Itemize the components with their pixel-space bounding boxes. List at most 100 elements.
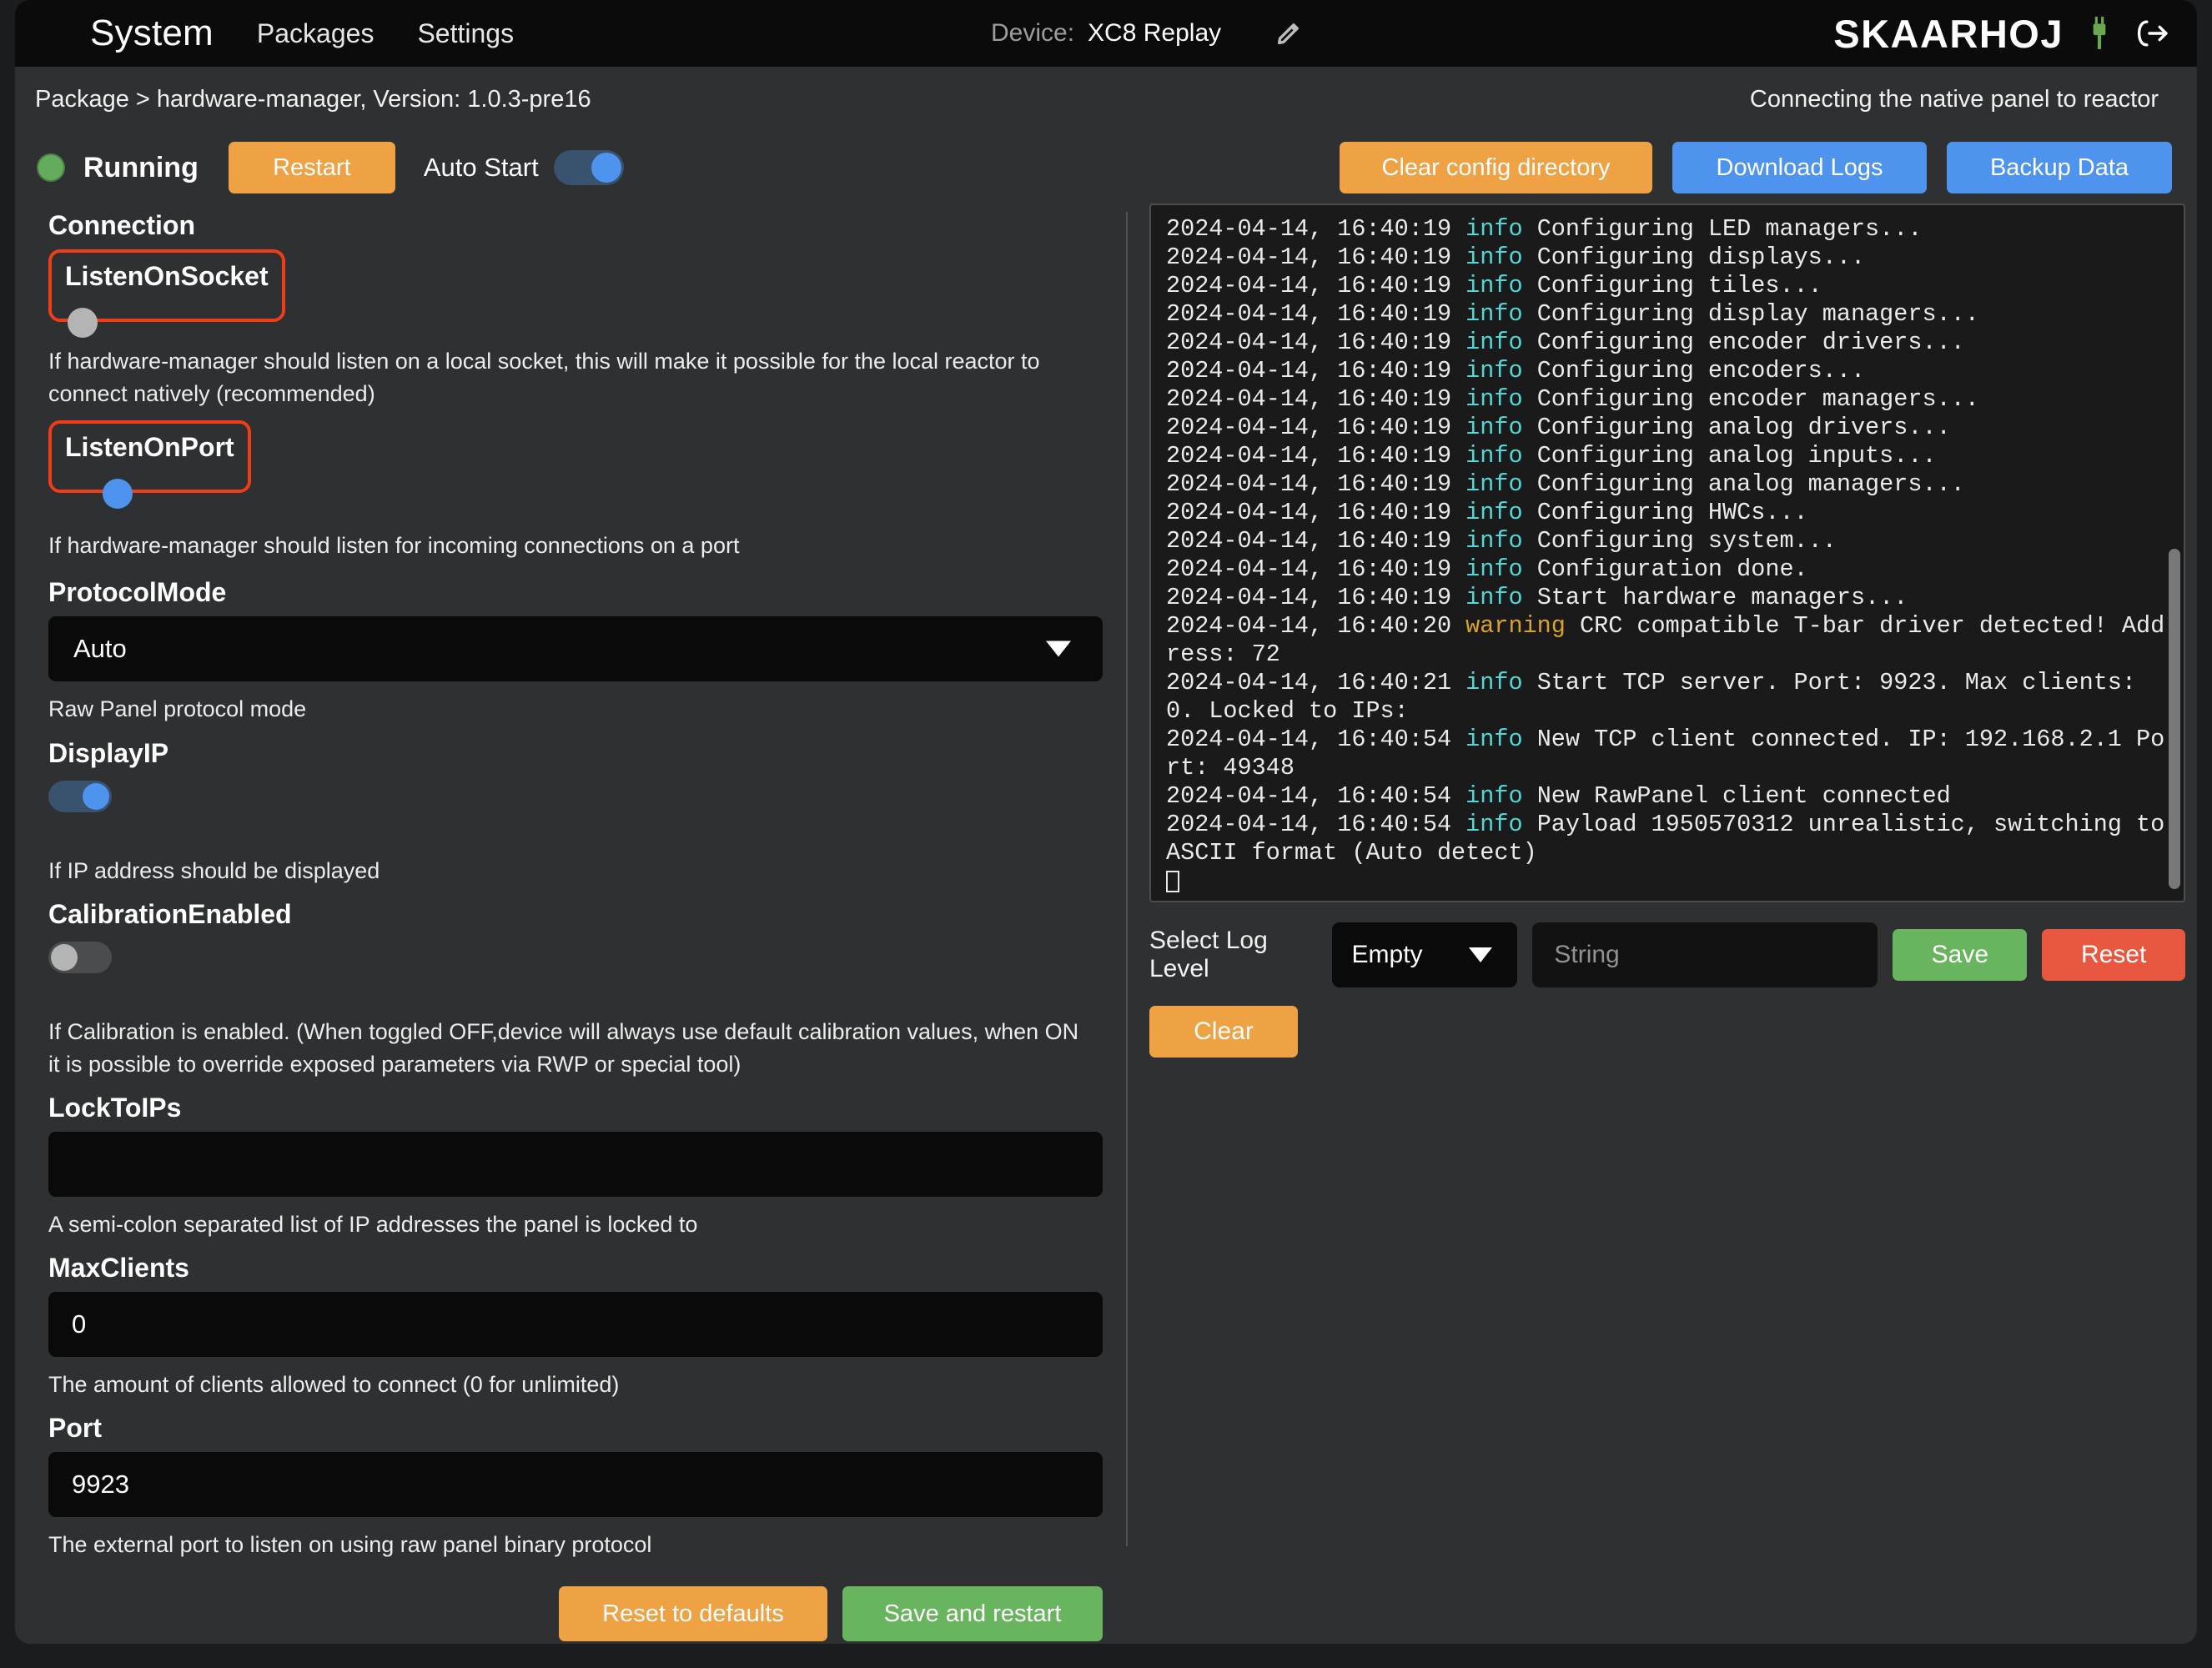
log-message: Configuring HWCs... [1522,499,1808,526]
log-level-tag: info [1465,357,1523,384]
log-timestamp: 2024-04-14, 16:40:19 [1166,499,1466,526]
chevron-down-icon [1469,947,1493,962]
log-timestamp: 2024-04-14, 16:40:21 [1166,669,1466,696]
log-line: 2024-04-14, 16:40:19 info Start hardware… [1166,584,2170,612]
log-timestamp: 2024-04-14, 16:40:19 [1166,555,1466,583]
download-logs-button[interactable]: Download Logs [1672,142,1927,193]
log-message: Configuring analog managers... [1522,470,1965,498]
display-ip-toggle[interactable] [48,780,112,812]
clear-config-directory-button[interactable]: Clear config directory [1340,142,1652,193]
device-name-value: XC8 Replay [1088,19,1222,47]
log-save-button[interactable]: Save [1893,929,2028,981]
log-timestamp: 2024-04-14, 16:40:19 [1166,300,1466,328]
log-console[interactable]: 2024-04-14, 16:40:19 info Configuring LE… [1149,203,2185,902]
log-level-dropdown[interactable]: Empty [1331,922,1518,987]
log-level-tag: info [1465,499,1523,526]
log-level-tag: info [1465,385,1523,413]
device-label: Device: [991,19,1075,47]
log-line: 2024-04-14, 16:40:20 warning CRC compati… [1166,612,2170,669]
package-description: Connecting the native panel to reactor [1749,85,2159,113]
log-timestamp: 2024-04-14, 16:40:19 [1166,527,1466,555]
calibration-enabled-help: If Calibration is enabled. (When toggled… [48,1018,1079,1077]
log-level-tag: warning [1465,612,1566,640]
log-message: Configuration done. [1522,555,1808,583]
lock-to-ips-input[interactable] [48,1131,1103,1197]
save-and-restart-button[interactable]: Save and restart [842,1586,1103,1642]
log-line: 2024-04-14, 16:40:19 info Configuring di… [1166,300,2170,329]
pencil-icon[interactable] [1274,19,1303,48]
log-timestamp: 2024-04-14, 16:40:54 [1166,782,1466,810]
log-clear-button[interactable]: Clear [1149,1006,1298,1058]
log-level-tag: info [1465,470,1523,498]
log-level-tag: info [1465,726,1523,753]
calibration-enabled-label: CalibrationEnabled [48,898,292,929]
log-level-value: Empty [1351,941,1423,968]
log-timestamp: 2024-04-14, 16:40:19 [1166,414,1466,441]
log-filter-input[interactable] [1532,922,1878,987]
log-message: Configuring display managers... [1522,300,1979,328]
logout-icon[interactable] [2135,18,2169,49]
nav-link-packages[interactable]: Packages [257,18,375,49]
form-action-buttons: Reset to defaults Save and restart [48,1586,1103,1642]
log-level-tag: info [1465,555,1523,583]
reset-to-defaults-button[interactable]: Reset to defaults [559,1586,827,1642]
log-line: 2024-04-14, 16:40:19 info Configuring an… [1166,442,2170,470]
protocol-mode-dropdown[interactable]: Auto [48,616,1103,682]
log-message: Configuring analog drivers... [1522,414,1951,441]
global-actions: Clear config directory Download Logs Bac… [1340,142,2172,193]
log-timestamp: 2024-04-14, 16:40:19 [1166,385,1466,413]
calibration-enabled-toggle[interactable] [48,941,112,973]
log-timestamp: 2024-04-14, 16:40:19 [1166,329,1466,356]
protocol-mode-label: ProtocolMode [48,577,227,608]
log-line: 2024-04-14, 16:40:54 info Payload 195057… [1166,811,2170,867]
toggle-knob [103,479,133,510]
log-line: 2024-04-14, 16:40:19 info Configuring en… [1166,329,2170,357]
log-line: 2024-04-14, 16:40:19 info Configuring LE… [1166,215,2170,244]
status-badge: Running [83,151,199,183]
port-label: Port [48,1413,102,1444]
log-message: Start hardware managers... [1522,584,1908,611]
log-message: Configuring encoder drivers... [1522,329,1965,356]
log-cursor [1166,871,1179,892]
log-level-tag: info [1465,244,1523,271]
log-level-tag: info [1465,414,1523,441]
log-line: 2024-04-14, 16:40:21 info Start TCP serv… [1166,669,2170,726]
max-clients-help: The amount of clients allowed to connect… [48,1372,620,1398]
log-timestamp: 2024-04-14, 16:40:19 [1166,215,1466,243]
log-message: New RawPanel client connected [1522,782,1951,810]
lock-to-ips-help: A semi-colon separated list of IP addres… [48,1211,698,1237]
nav-title-system[interactable]: System [90,13,214,54]
log-level-tag: info [1465,272,1523,299]
backup-data-button[interactable]: Backup Data [1947,142,2172,193]
log-level-tag: info [1465,527,1523,555]
select-log-level-label: Select Log Level [1149,927,1268,982]
brand-area: SKAARHOJ [1833,0,2169,67]
log-level-tag: info [1465,300,1523,328]
package-breadcrumb-bar: Package > hardware-manager, Version: 1.0… [15,67,2197,132]
section-title-connection: Connection [48,210,195,240]
log-level-tag: info [1465,584,1523,611]
protocol-mode-help: Raw Panel protocol mode [48,696,307,722]
nav-link-settings[interactable]: Settings [417,18,514,49]
toggle-knob [591,153,621,183]
restart-button[interactable]: Restart [228,142,395,193]
log-timestamp: 2024-04-14, 16:40:19 [1166,272,1466,299]
main-content: Connection ListenOnSocket If hardware-ma… [15,203,2197,1644]
log-reset-button[interactable]: Reset [2042,929,2185,981]
log-line-list: 2024-04-14, 16:40:19 info Configuring LE… [1166,215,2170,867]
max-clients-input[interactable] [48,1292,1103,1358]
skaarhoj-logo: SKAARHOJ [1833,11,2064,56]
display-ip-help: If IP address should be displayed [48,857,380,883]
log-timestamp: 2024-04-14, 16:40:20 [1166,612,1466,640]
log-message: Configuring tiles... [1522,272,1822,299]
log-message: Configuring displays... [1522,244,1866,271]
autostart-toggle[interactable] [553,150,624,185]
device-selector: Device: XC8 Replay [991,0,1303,67]
app-window: System Packages Settings Device: XC8 Rep… [15,0,2197,1644]
log-level-tag: info [1465,782,1523,810]
log-level-tag: info [1465,669,1523,696]
port-input[interactable] [48,1452,1103,1518]
log-scrollbar-thumb[interactable] [2169,549,2180,889]
log-level-tag: info [1465,329,1523,356]
log-timestamp: 2024-04-14, 16:40:19 [1166,584,1466,611]
